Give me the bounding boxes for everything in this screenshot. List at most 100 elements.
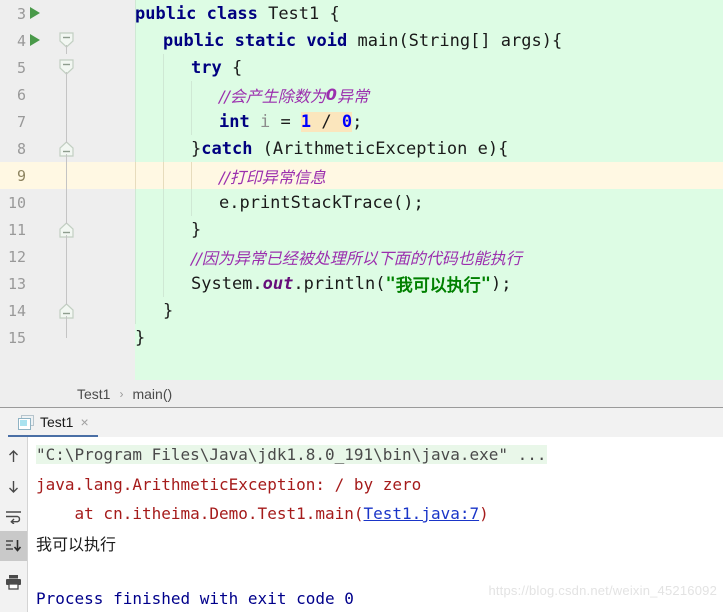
scroll-to-end-icon[interactable] — [0, 531, 27, 561]
code-text-3: public class Test1 { — [135, 0, 340, 27]
token-punct: } — [163, 300, 174, 321]
code-text-11: } — [191, 216, 201, 243]
code-strip-8[interactable]: } catch (ArithmeticException e){ — [135, 135, 723, 162]
line-number: 8 — [16, 139, 26, 158]
code-text-6: //会产生除数为 0 异常 — [219, 81, 369, 108]
token-comment-bold: 0 — [325, 85, 337, 104]
code-text-13: System. out .println(" 我可以执行 "); — [191, 270, 511, 297]
console-command-text: "C:\Program Files\Java\jdk1.8.0_191\bin\… — [36, 445, 547, 464]
line-number: 5 — [16, 58, 26, 77]
code-strip-11[interactable]: } — [135, 216, 723, 243]
code-strip-7[interactable]: int i = 1 / 0; — [135, 108, 723, 135]
code-line-8[interactable]: 8 } catch (ArithmeticException e){ — [0, 135, 723, 162]
code-strip-13[interactable]: System. out .println(" 我可以执行 "); — [135, 270, 723, 297]
token-keyword: public — [163, 30, 235, 51]
token-string: " — [385, 273, 396, 294]
code-strip-4[interactable]: public static void main(String[] args){ — [135, 27, 723, 54]
gutter-line-10[interactable]: 10 — [0, 189, 135, 216]
gutter-line-8[interactable]: 8 — [0, 135, 135, 162]
line-number: 15 — [7, 328, 26, 347]
run-gutter-icon[interactable] — [30, 34, 40, 46]
line-number: 4 — [16, 31, 26, 50]
code-strip-14[interactable]: } — [135, 297, 723, 324]
token-operator: = — [270, 111, 301, 132]
token-comment: //因为异常已经被处理所以下面的代码也能执行 — [191, 248, 522, 268]
line-number: 6 — [16, 85, 26, 104]
breadcrumb-class[interactable]: Test1 — [77, 386, 110, 402]
code-line-15[interactable]: 15 } — [0, 324, 723, 351]
token-operator: / — [311, 111, 342, 132]
code-line-4[interactable]: 4 public static void main(String[] args)… — [0, 27, 723, 54]
code-line-6[interactable]: 6 //会产生除数为 0 异常 — [0, 81, 723, 108]
run-gutter-icon[interactable] — [30, 7, 40, 19]
code-strip-12[interactable]: //因为异常已经被处理所以下面的代码也能执行 — [135, 243, 723, 270]
tab-test1[interactable]: Test1 × — [8, 408, 98, 437]
code-line-12[interactable]: 12 //因为异常已经被处理所以下面的代码也能执行 — [0, 243, 723, 270]
code-text-9: //打印异常信息 — [219, 162, 326, 189]
token-number: 1 — [300, 111, 312, 132]
down-arrow-icon[interactable] — [0, 471, 27, 501]
code-strip-6[interactable]: //会产生除数为 0 异常 — [135, 81, 723, 108]
print-icon[interactable] — [0, 567, 27, 597]
gutter-line-15[interactable]: 15 — [0, 324, 135, 351]
line-number: 10 — [7, 193, 26, 212]
code-line-9[interactable]: 9 //打印异常信息 — [0, 162, 723, 189]
token-punct: ); — [491, 273, 512, 294]
code-editor[interactable]: 3 public class Test1 { 4 public static v… — [0, 0, 723, 380]
code-line-7[interactable]: 7 int i = 1 / 0; — [0, 108, 723, 135]
code-line-3[interactable]: 3 public class Test1 { — [0, 0, 723, 27]
token-punct: { — [221, 57, 243, 78]
close-icon[interactable]: × — [80, 415, 88, 429]
code-strip-3[interactable]: public class Test1 { — [135, 0, 723, 27]
code-text-5: try { — [191, 54, 242, 81]
token-punct: } — [191, 138, 202, 159]
token-call: e.printStackTrace(); — [219, 192, 424, 213]
line-number: 3 — [16, 4, 26, 23]
token-keyword: public — [135, 3, 207, 24]
soft-wrap-icon[interactable] — [0, 501, 27, 531]
token-keyword: static — [234, 30, 307, 51]
token-punct: } — [135, 327, 146, 348]
line-number: 14 — [7, 301, 26, 320]
gutter-line-4[interactable]: 4 — [0, 27, 135, 54]
code-line-13[interactable]: 13 System. out .println(" 我可以执行 "); — [0, 270, 723, 297]
gutter-line-12[interactable]: 12 — [0, 243, 135, 270]
gutter-line-5[interactable]: 5 — [0, 54, 135, 81]
gutter-line-14[interactable]: 14 — [0, 297, 135, 324]
gutter-line-11[interactable]: 11 — [0, 216, 135, 243]
gutter-line-3[interactable]: 3 — [0, 0, 135, 27]
code-text-14: } — [163, 297, 173, 324]
token-comment: //会产生除数为 — [219, 86, 326, 106]
code-text-8: } catch (ArithmeticException e){ — [191, 135, 508, 162]
gutter-line-13[interactable]: 13 — [0, 270, 135, 297]
token-variable: i — [259, 111, 271, 132]
code-line-14[interactable]: 14 } — [0, 297, 723, 324]
code-line-10[interactable]: 10 e.printStackTrace(); — [0, 189, 723, 216]
breadcrumb[interactable]: Test1 › main() — [0, 380, 723, 408]
console-stacktrace-link[interactable]: Test1.java:7 — [364, 504, 480, 523]
breadcrumb-method[interactable]: main() — [132, 386, 172, 402]
run-configuration-icon — [18, 415, 34, 430]
up-arrow-icon[interactable] — [0, 441, 27, 471]
gutter-line-6[interactable]: 6 — [0, 81, 135, 108]
code-line-11[interactable]: 11 } — [0, 216, 723, 243]
token-comment: 异常 — [336, 86, 369, 106]
console-stacktrace-suffix: ) — [479, 504, 489, 523]
token-string: " — [480, 273, 491, 294]
code-strip-15[interactable]: } — [135, 324, 723, 351]
token-keyword: int — [219, 111, 260, 132]
console-exit-text: Process finished with exit code 0 — [36, 589, 354, 608]
token-punct: ; — [352, 111, 363, 132]
console-line-exit: Process finished with exit code 0 — [36, 586, 354, 611]
gutter-line-7[interactable]: 7 — [0, 108, 135, 135]
console-line-stacktrace: at cn.itheima.Demo.Test1.main(Test1.java… — [36, 501, 489, 526]
run-tool-tabstrip[interactable]: Test1 × — [0, 408, 723, 437]
line-number: 11 — [7, 220, 26, 239]
code-strip-5[interactable]: try { — [135, 54, 723, 81]
code-strip-9[interactable]: //打印异常信息 — [135, 162, 723, 189]
gutter-line-9[interactable]: 9 — [0, 162, 135, 189]
code-strip-10[interactable]: e.printStackTrace(); — [135, 189, 723, 216]
token-comment: //打印异常信息 — [219, 167, 326, 187]
code-line-5[interactable]: 5 try { — [0, 54, 723, 81]
console-toolbar[interactable] — [0, 437, 28, 612]
